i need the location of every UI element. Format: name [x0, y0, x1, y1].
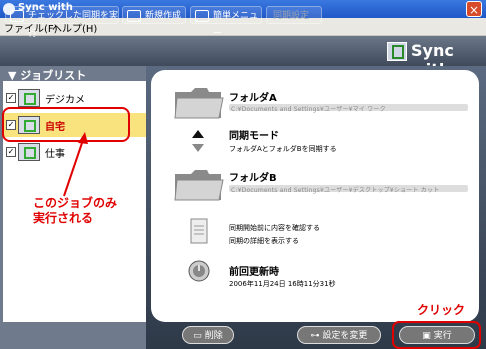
annotation-text: このジョブのみ 実行される — [33, 196, 117, 226]
annotation-line1: このジョブのみ — [33, 196, 118, 210]
annotation-line2: 実行される — [33, 211, 94, 225]
annotation-arrow — [63, 132, 88, 197]
